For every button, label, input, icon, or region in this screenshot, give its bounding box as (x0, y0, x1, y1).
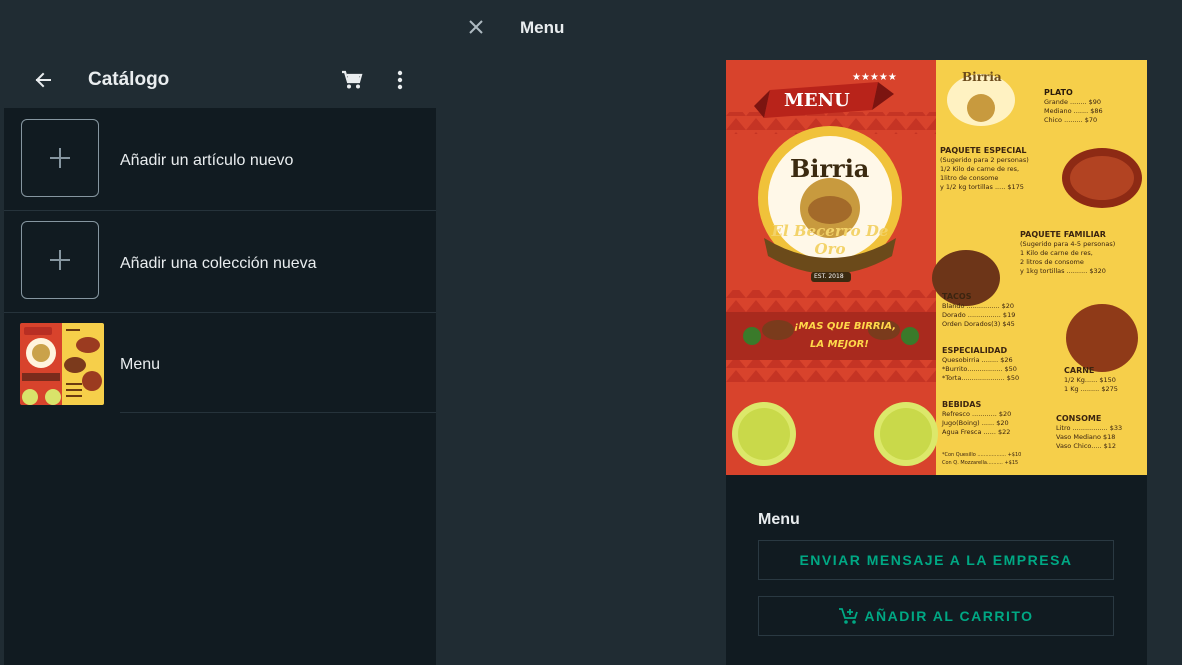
product-panel: Menu ENVIAR MENSAJE A LA EMPRESA AÑADIR … (726, 475, 1147, 665)
right-margin (1147, 58, 1182, 665)
product-title: Menu (758, 511, 800, 528)
menu-paquete-especial-row: y 1/2 kg tortillas ..... $175 (940, 183, 1024, 191)
catalog-header: Catálogo (4, 52, 436, 108)
menu-tacos-row: Blando ................ $20 (942, 302, 1015, 310)
menu-plato-row: Mediano ....... $86 (1044, 107, 1103, 115)
menu-thumbnail[interactable] (20, 323, 104, 405)
add-item-row[interactable]: Añadir un artículo nuevo (4, 110, 436, 210)
divider (4, 210, 436, 211)
add-collection-row[interactable]: Añadir una colección nueva (4, 212, 436, 312)
menu-consome-row: Litro ................. $33 (1056, 424, 1123, 432)
menu-bebidas-row: Agua Fresca ...... $22 (942, 428, 1011, 436)
menu-plato-title: PLATO (1044, 88, 1073, 97)
menu-consome-row: Vaso Chico..... $12 (1056, 442, 1117, 450)
close-icon[interactable] (466, 17, 486, 37)
menu-paquete-especial-row: 1litro de consome (940, 174, 999, 182)
menu-consome-row: Vaso Mediano $18 (1056, 433, 1116, 441)
add-to-cart-label: AÑADIR AL CARRITO (864, 608, 1034, 624)
menu-carne-row: 1/2 Kg...... $150 (1064, 376, 1116, 384)
catalog-title: Catálogo (88, 69, 170, 90)
menu-consome-title: CONSOME (1056, 414, 1102, 423)
menu-paquete-familiar-row: (Sugerido para 4-5 personas) (1020, 240, 1116, 248)
menu-tacos-row: Dorado ................ $19 (942, 311, 1016, 319)
viewer-backdrop (436, 0, 726, 665)
menu-bebidas-row: Refresco ............ $20 (942, 410, 1012, 418)
menu-carne-title: CARNE (1064, 366, 1095, 375)
cart-icon[interactable] (340, 68, 364, 92)
menu-paquete-familiar-row: 1 Kilo de carne de res, (1020, 249, 1093, 257)
add-to-cart-icon (838, 607, 859, 625)
more-vertical-icon[interactable] (394, 68, 406, 92)
menu-carne-row: 1 Kg ......... $275 (1064, 385, 1118, 393)
menu-tacos-row: Orden Dorados(3) $45 (942, 320, 1015, 328)
menu-extras-row: *Con Quesillo .................. +$10 (942, 452, 1022, 458)
menu-paquete-familiar-row: 2 litros de consome (1020, 258, 1084, 266)
plus-icon (21, 119, 99, 197)
menu-paquete-especial-row: 1/2 Kilo de carne de res, (940, 165, 1020, 173)
menu-bebidas-row: Jugo(Boing) ...... $20 (942, 419, 1009, 427)
catalog-panel: Catálogo Añadir un artículo nuevo Añadir… (4, 0, 436, 665)
add-to-cart-button[interactable]: AÑADIR AL CARRITO (758, 596, 1114, 636)
menu-plato-row: Chico ......... $70 (1044, 116, 1098, 124)
viewer-title: Menu (520, 18, 565, 37)
divider (120, 412, 436, 413)
menu-especialidad-title: ESPECIALIDAD (942, 346, 1008, 355)
menu-paquete-familiar-title: PAQUETE FAMILIAR (1020, 230, 1106, 239)
menu-paquete-familiar-row: y 1kg tortillas .......... $320 (1020, 267, 1106, 275)
menu-tacos-title: TACOS (942, 292, 972, 301)
add-collection-label: Añadir una colección nueva (120, 255, 317, 272)
menu-bebidas-title: BEBIDAS (942, 400, 982, 409)
menu-paquete-especial-title: PAQUETE ESPECIAL (940, 146, 1027, 155)
arrow-left-icon[interactable] (32, 69, 54, 91)
menu-plato-row: Grande ........ $90 (1044, 98, 1102, 106)
message-business-button[interactable]: ENVIAR MENSAJE A LA EMPRESA (758, 540, 1114, 580)
catalog-top-spacer (4, 0, 436, 52)
menu-especialidad-row: *Burrito................. $50 (942, 365, 1017, 373)
add-item-label: Añadir un artículo nuevo (120, 152, 294, 169)
catalog-item-label: Menu (120, 356, 161, 373)
plus-icon (21, 221, 99, 299)
menu-image: ★★★★★ MENU Birria El Becerro De Oro EST.… (726, 60, 1147, 475)
menu-paquete-especial-row: (Sugerido para 2 personas) (940, 156, 1029, 164)
menu-especialidad-row: *Torta..................... $50 (942, 374, 1020, 382)
menu-especialidad-row: Quesobirria ........ $26 (942, 356, 1013, 364)
menu-extras-row: Con Q. Mozzarella.......... +$15 (942, 460, 1019, 466)
